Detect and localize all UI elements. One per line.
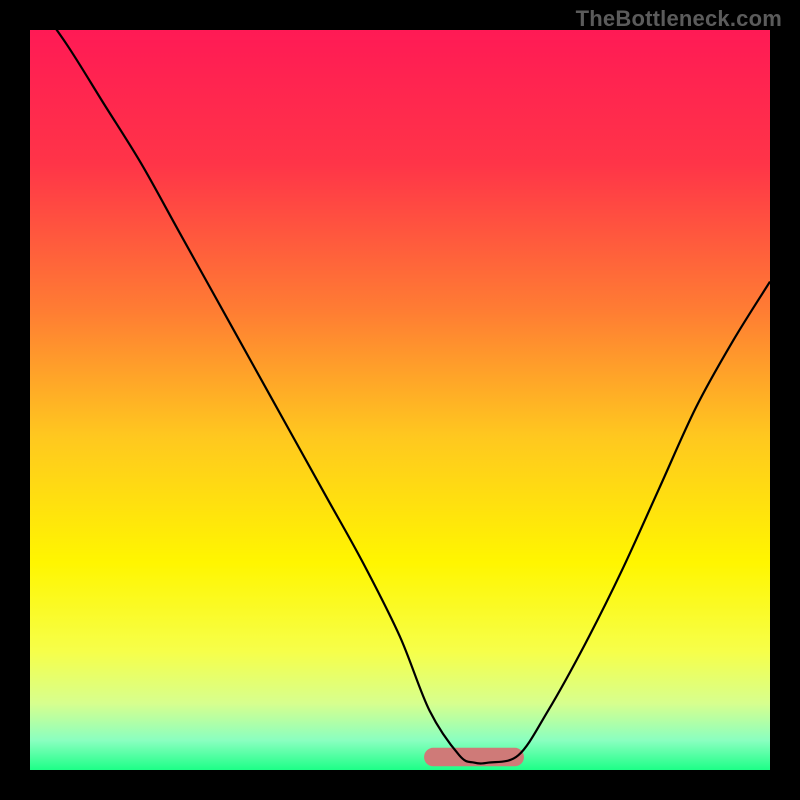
chart-frame: TheBottleneck.com	[0, 0, 800, 800]
bottleneck-curve	[30, 30, 770, 764]
watermark-text: TheBottleneck.com	[576, 6, 782, 32]
plot-area	[30, 30, 770, 770]
curve-layer	[30, 30, 770, 770]
